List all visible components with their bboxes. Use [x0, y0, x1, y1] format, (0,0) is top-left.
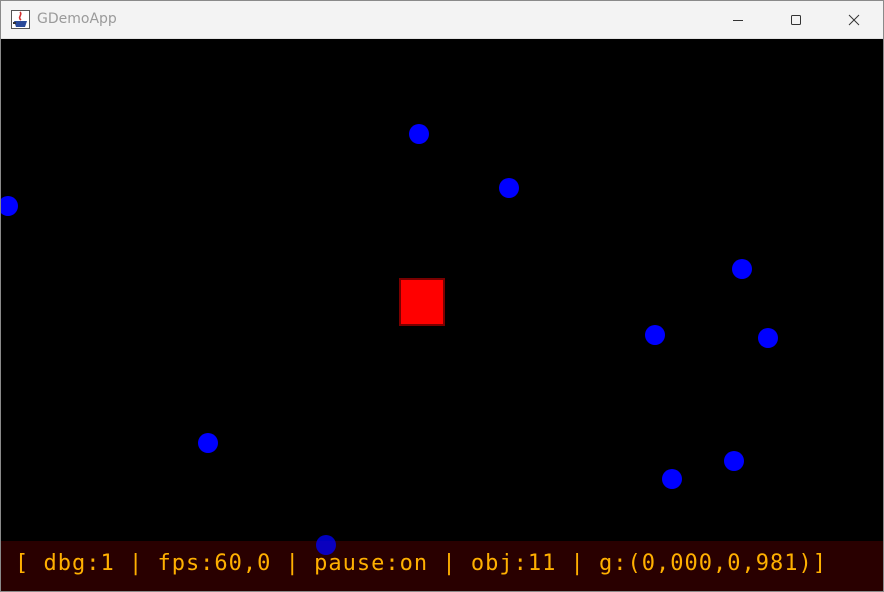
window-title: GDemoApp — [37, 11, 117, 27]
minimize-icon — [732, 14, 744, 26]
player-square — [399, 278, 445, 326]
ball — [662, 469, 682, 489]
close-button[interactable] — [825, 1, 883, 38]
ball — [645, 325, 665, 345]
maximize-button[interactable] — [767, 1, 825, 38]
java-app-icon — [11, 10, 30, 29]
ball — [499, 178, 519, 198]
title-bar[interactable]: GDemoApp — [1, 1, 883, 39]
debug-status-text: [ dbg:1 | fps:60,0 | pause:on | obj:11 |… — [15, 551, 827, 576]
ball — [1, 196, 18, 216]
ball — [409, 124, 429, 144]
app-window: GDemoApp [ dbg:1 | fps:60,0 | pause:on |… — [0, 0, 884, 592]
maximize-icon — [790, 14, 802, 26]
ball — [724, 451, 744, 471]
game-canvas[interactable]: [ dbg:1 | fps:60,0 | pause:on | obj:11 |… — [1, 39, 883, 591]
ball — [758, 328, 778, 348]
ball — [198, 433, 218, 453]
ball — [732, 259, 752, 279]
close-icon — [848, 14, 860, 26]
minimize-button[interactable] — [709, 1, 767, 38]
